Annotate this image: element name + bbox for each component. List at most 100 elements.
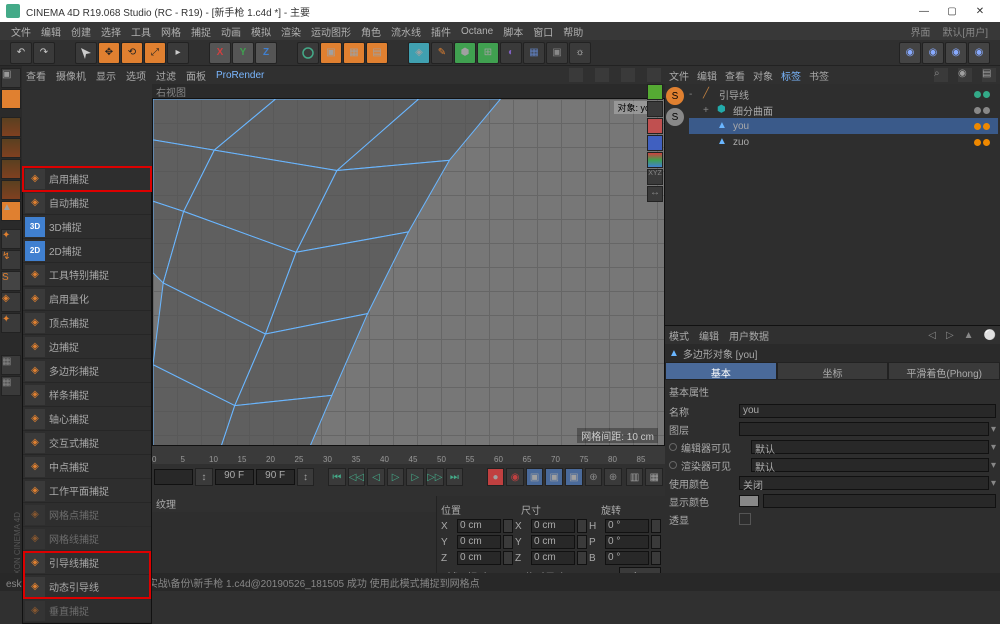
menu-创建[interactable]: 创建 [66, 24, 96, 39]
edge-mode-button[interactable] [1, 180, 21, 200]
vp-rotate-icon[interactable] [647, 118, 663, 134]
viewport-tab[interactable]: 选项 [126, 68, 146, 83]
next-frame-button[interactable]: ▷ [406, 468, 424, 486]
viewport-tab[interactable]: ProRender [216, 70, 264, 81]
obj-tab[interactable]: 标签 [781, 68, 801, 83]
array-button[interactable]: ⊞ [477, 42, 499, 64]
menu-工具[interactable]: 工具 [126, 24, 156, 39]
coord-size-input[interactable]: 0 cm [531, 551, 575, 565]
x-axis-lock[interactable]: X [209, 42, 231, 64]
timeline-end-input[interactable]: 90 F [215, 469, 254, 485]
coord-spin[interactable] [503, 551, 513, 565]
snap-guide[interactable]: ◈引导线捕捉 [23, 551, 151, 575]
snap-midpoint[interactable]: ◈中点捕捉 [23, 455, 151, 479]
menu-选择[interactable]: 选择 [96, 24, 126, 39]
deformer-button[interactable]: ◐ [500, 42, 522, 64]
octane-btn3[interactable]: ◉ [945, 42, 967, 64]
attr-value[interactable] [763, 494, 996, 508]
next-key-button[interactable]: ▷▷ [426, 468, 444, 486]
tree-vis-dots[interactable] [974, 91, 990, 98]
menu-模拟[interactable]: 模拟 [246, 24, 276, 39]
obj-view-icon[interactable]: ▤ [982, 68, 996, 82]
menu-right[interactable]: 默认[用户] [936, 24, 994, 39]
vp-panel-icon2[interactable] [595, 68, 609, 82]
attr-tab[interactable]: 模式 [669, 328, 689, 343]
dropdown-icon[interactable]: ▾ [991, 460, 996, 471]
menu-帮助[interactable]: 帮助 [558, 24, 588, 39]
viewport-3d[interactable]: 对象: you 网格间距: 10 cm [152, 98, 665, 446]
attr-color-swatch[interactable] [739, 495, 759, 507]
menu-捕捉[interactable]: 捕捉 [186, 24, 216, 39]
snap-2d[interactable]: 2D2D捕捉 [23, 239, 151, 263]
attr-back-icon[interactable]: ◁ [928, 330, 936, 341]
vp-zoom-icon[interactable] [647, 101, 663, 117]
tree-row[interactable]: ▲zuo [689, 134, 998, 150]
viewport-tab[interactable]: 面板 [186, 68, 206, 83]
snap-axis[interactable]: ◈轴心捕捉 [23, 407, 151, 431]
viewport-tab[interactable]: 过滤 [156, 68, 176, 83]
attr-value-input[interactable]: 默认 [751, 458, 989, 472]
goto-start-button[interactable]: ⏮ [328, 468, 346, 486]
obj-tab[interactable]: 对象 [753, 68, 773, 83]
uv-mode-button[interactable]: ▦ [1, 376, 21, 396]
autokey-button[interactable]: ◉ [506, 468, 524, 486]
snap-interactive[interactable]: ◈交互式捕捉 [23, 431, 151, 455]
spline-button[interactable]: ✎ [431, 42, 453, 64]
menu-角色[interactable]: 角色 [356, 24, 386, 39]
vp-move-icon[interactable] [647, 84, 663, 100]
dropdown-icon[interactable]: ▾ [991, 424, 996, 435]
snap-toggle-button[interactable]: ↯ [1, 250, 21, 270]
tree-row[interactable]: +⬢细分曲面 [689, 102, 998, 118]
vp-expand-icon[interactable]: ↔ [647, 186, 663, 202]
render-settings-button[interactable]: ▤ [366, 42, 388, 64]
prev-frame-button[interactable]: ◁ [367, 468, 385, 486]
enable-axis-button[interactable]: ✦ [1, 229, 21, 249]
dropdown-icon[interactable]: ▾ [991, 442, 996, 453]
vp-panel-icon[interactable] [569, 68, 583, 82]
obj-tab[interactable]: 编辑 [697, 68, 717, 83]
tree-expand-icon[interactable]: - [689, 89, 699, 100]
coord-pos-input[interactable]: 0 cm [457, 519, 501, 533]
z-axis-lock[interactable]: Z [255, 42, 277, 64]
snap-polygon[interactable]: ◈多边形捕捉 [23, 359, 151, 383]
snap-3d[interactable]: 3D3D捕捉 [23, 215, 151, 239]
snap-gridpoint[interactable]: ◈网格点捕捉 [23, 503, 151, 527]
menu-脚本[interactable]: 脚本 [498, 24, 528, 39]
snap-workplane[interactable]: ◈工作平面捕捉 [23, 479, 151, 503]
camera-button[interactable]: ▣ [546, 42, 568, 64]
make-editable-button[interactable]: ▣ [1, 68, 21, 88]
object-mode-button[interactable] [1, 117, 21, 137]
snap-dynguide[interactable]: ◈动态引导线 [23, 575, 151, 599]
menu-right[interactable]: 界面 [904, 24, 936, 39]
attr-checkbox[interactable] [739, 513, 751, 525]
snap-magnet-auto[interactable]: ◈自动捕捉 [23, 191, 151, 215]
timeline-ruler[interactable]: 051015202530354045505560657075808590 [152, 446, 665, 464]
tree-vis-dots[interactable] [974, 123, 990, 130]
attr-value-input[interactable]: 默认 [751, 440, 989, 454]
attr-subtab[interactable]: 基本 [665, 362, 777, 380]
vp-axis-toggle-icon[interactable]: XYZ [647, 169, 663, 185]
coord-size-input[interactable]: 0 cm [531, 519, 575, 533]
coord-rot-input[interactable]: 0 ° [605, 519, 649, 533]
attr-value-input[interactable]: you [739, 404, 996, 418]
vp-panel-icon3[interactable] [621, 68, 635, 82]
recent-tool[interactable]: ▸ [167, 42, 189, 64]
attr-up-icon[interactable]: ▲ [964, 330, 974, 341]
tree-row[interactable]: -╱引导线 [689, 86, 998, 102]
tree-vis-dots[interactable] [974, 139, 990, 146]
attr-radio-icon[interactable] [669, 461, 677, 469]
goto-end-button[interactable]: ⏭ [446, 468, 464, 486]
timeline-end-spin[interactable]: ↕ [297, 468, 315, 486]
coord-spin[interactable] [651, 551, 661, 565]
snap-edge[interactable]: ◈边捕捉 [23, 335, 151, 359]
generator-button[interactable]: ⬢ [454, 42, 476, 64]
coord-spin[interactable] [577, 519, 587, 533]
menu-渲染[interactable]: 渲染 [276, 24, 306, 39]
timeline-start-spin[interactable]: ↕ [195, 468, 213, 486]
menu-窗口[interactable]: 窗口 [528, 24, 558, 39]
key-param-button[interactable]: ⊕ [585, 468, 603, 486]
menu-网格[interactable]: 网格 [156, 24, 186, 39]
vp-axis-icon[interactable] [647, 152, 663, 168]
coord-pos-input[interactable]: 0 cm [457, 535, 501, 549]
key-scale-button[interactable]: ▣ [545, 468, 563, 486]
